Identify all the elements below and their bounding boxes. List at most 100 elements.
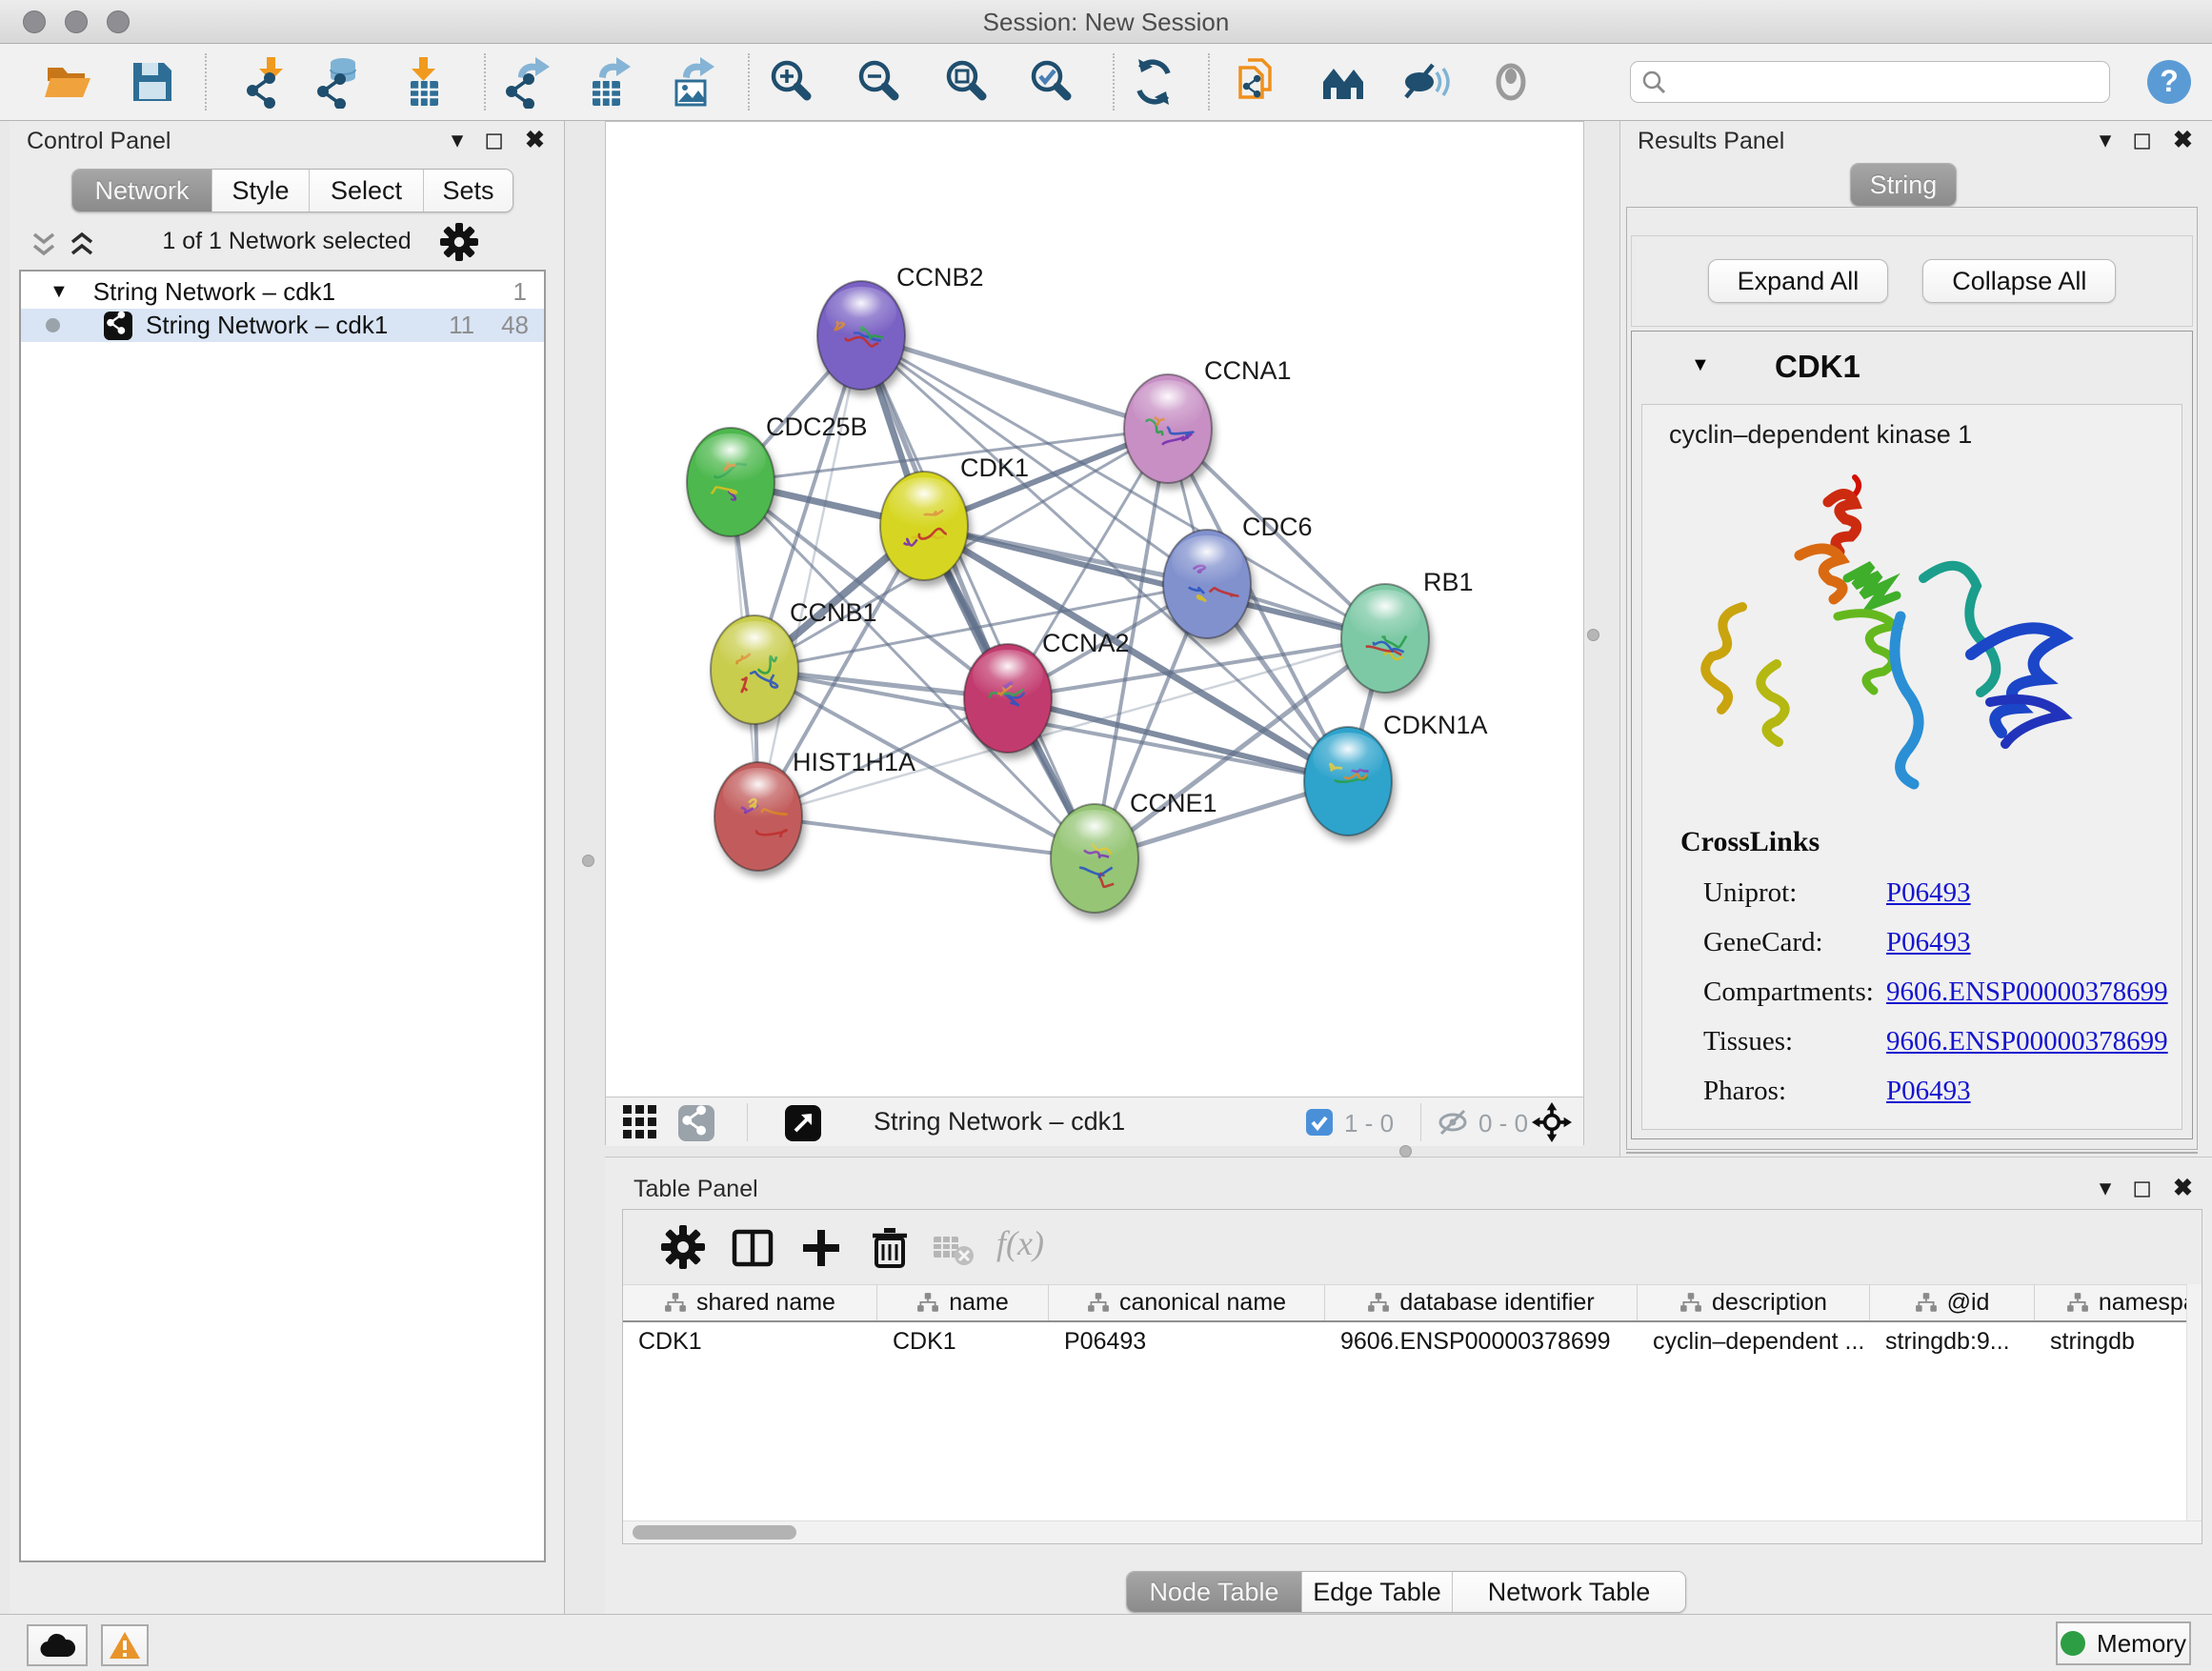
tab-network[interactable]: Network xyxy=(72,170,211,211)
column-header-shared-name[interactable]: shared name xyxy=(623,1285,877,1320)
toolbar-search[interactable] xyxy=(1630,61,2110,103)
birds-eye-view-icon[interactable] xyxy=(785,1105,821,1141)
cloud-status-button[interactable] xyxy=(27,1624,88,1666)
tab-edge-table[interactable]: Edge Table xyxy=(1301,1572,1452,1612)
network-node[interactable]: CCNB1 xyxy=(711,598,877,724)
network-node[interactable]: CDC6 xyxy=(1163,513,1313,638)
zoom-fit-icon[interactable] xyxy=(939,55,993,109)
tab-node-table[interactable]: Node Table xyxy=(1127,1572,1301,1612)
network-node[interactable]: CDKN1A xyxy=(1304,711,1488,836)
selected-checkbox-icon[interactable] xyxy=(1306,1109,1333,1136)
column-header--id[interactable]: @id xyxy=(1870,1285,2035,1320)
panel-close-icon[interactable]: ✖ xyxy=(2173,125,2193,155)
zoom-selected-icon[interactable] xyxy=(1024,55,1077,109)
panel-float-icon[interactable]: ◻ xyxy=(2132,1173,2152,1203)
table-options-gear-icon[interactable] xyxy=(661,1225,707,1271)
toolbar-separator xyxy=(748,53,750,111)
table-cell[interactable]: stringdb xyxy=(2035,1322,2202,1360)
network-node[interactable]: CDK1 xyxy=(880,453,1029,580)
table-cell[interactable]: CDK1 xyxy=(877,1322,1049,1360)
network-edge[interactable] xyxy=(758,816,1095,858)
splitter-handle[interactable] xyxy=(1399,1145,1412,1158)
network-node[interactable]: RB1 xyxy=(1341,568,1474,693)
splitter-handle[interactable] xyxy=(582,855,594,867)
network-node[interactable]: CCNE1 xyxy=(1051,789,1217,913)
zoom-in-icon[interactable] xyxy=(764,55,817,109)
node-count: 11 xyxy=(449,311,474,340)
tab-select[interactable]: Select xyxy=(309,170,423,211)
network-node[interactable]: HIST1H1A xyxy=(714,748,915,871)
network-tree-child-row[interactable]: String Network – cdk1 11 48 xyxy=(21,309,544,342)
open-session-icon[interactable] xyxy=(42,55,95,109)
table-cell[interactable]: cyclin–dependent ... xyxy=(1638,1322,1870,1360)
network-view-toolbar: String Network – cdk1 1 - 0 0 - 0 xyxy=(606,1097,1583,1146)
panel-close-icon[interactable]: ✖ xyxy=(2173,1173,2193,1203)
tree-expand-caret-icon[interactable]: ▼ xyxy=(50,281,69,303)
refresh-network-icon[interactable] xyxy=(1127,55,1180,109)
save-session-icon[interactable] xyxy=(126,55,179,109)
node-label: CCNB1 xyxy=(790,598,877,627)
grid-view-icon[interactable] xyxy=(623,1105,657,1139)
export-network-icon[interactable] xyxy=(500,55,553,109)
crosslink-link[interactable]: P06493 xyxy=(1886,1076,1971,1107)
export-image-icon[interactable] xyxy=(665,55,718,109)
table-cell[interactable]: stringdb:9... xyxy=(1870,1322,2035,1360)
table-row[interactable]: CDK1CDK1P064939606.ENSP00000378699cyclin… xyxy=(623,1322,2202,1360)
warnings-button[interactable] xyxy=(101,1624,149,1666)
network-edge[interactable] xyxy=(758,335,861,816)
import-network-database-icon[interactable] xyxy=(312,55,366,109)
panel-float-icon[interactable]: ◻ xyxy=(484,125,504,155)
table-horizontal-scrollbar[interactable] xyxy=(623,1520,2202,1543)
section-collapse-caret-icon[interactable]: ▼ xyxy=(1691,354,1710,376)
network-node[interactable]: CCNA1 xyxy=(1124,356,1292,483)
zoom-out-icon[interactable] xyxy=(852,55,905,109)
delete-column-icon[interactable] xyxy=(867,1225,913,1271)
group-nodes-icon[interactable] xyxy=(1317,55,1371,109)
network-edge[interactable] xyxy=(924,526,1385,638)
table-cell[interactable]: 9606.ENSP00000378699 xyxy=(1325,1322,1638,1360)
panel-menu-icon[interactable]: ▾ xyxy=(2100,1173,2112,1203)
table-cell[interactable]: P06493 xyxy=(1049,1322,1325,1360)
table-cell[interactable]: CDK1 xyxy=(623,1322,877,1360)
collapse-all-button[interactable]: Collapse All xyxy=(1922,259,2116,303)
crosslink-link[interactable]: 9606.ENSP00000378699 xyxy=(1886,976,2168,1008)
column-header-canonical-name[interactable]: canonical name xyxy=(1049,1285,1325,1320)
crosslink-link[interactable]: P06493 xyxy=(1886,877,1971,909)
table-vertical-scrollbar[interactable] xyxy=(2186,1284,2202,1524)
tab-network-table[interactable]: Network Table xyxy=(1452,1572,1685,1612)
panel-menu-icon[interactable]: ▾ xyxy=(452,125,464,155)
tab-style[interactable]: Style xyxy=(211,170,309,211)
show-columns-icon[interactable] xyxy=(730,1225,775,1271)
crosslink-link[interactable]: 9606.ENSP00000378699 xyxy=(1886,1026,2168,1057)
network-options-gear-icon[interactable] xyxy=(440,223,478,266)
add-column-icon[interactable] xyxy=(798,1225,844,1271)
tab-string[interactable]: String xyxy=(1851,164,1956,206)
hide-selected-icon[interactable] xyxy=(1400,55,1454,109)
panel-close-icon[interactable]: ✖ xyxy=(525,125,545,155)
panel-float-icon[interactable]: ◻ xyxy=(2132,125,2152,155)
show-all-icon[interactable] xyxy=(1484,55,1538,109)
tab-sets[interactable]: Sets xyxy=(423,170,513,211)
panel-menu-icon[interactable]: ▾ xyxy=(2100,125,2112,155)
splitter-handle[interactable] xyxy=(1587,629,1599,641)
export-table-icon[interactable] xyxy=(581,55,634,109)
memory-button[interactable]: Memory xyxy=(2056,1621,2191,1665)
network-share-badge-icon[interactable] xyxy=(678,1105,714,1141)
search-input[interactable] xyxy=(1675,65,2100,99)
pan-crosshair-icon[interactable] xyxy=(1532,1102,1572,1142)
expand-all-button[interactable]: Expand All xyxy=(1708,259,1889,303)
crosslink-link[interactable]: P06493 xyxy=(1886,927,1971,958)
toolbar-separator xyxy=(747,1103,748,1141)
column-header-database-identifier[interactable]: database identifier xyxy=(1325,1285,1638,1320)
import-table-file-icon[interactable] xyxy=(396,55,450,109)
import-network-file-icon[interactable] xyxy=(241,55,294,109)
network-edge[interactable] xyxy=(861,335,1095,858)
string-import-icon[interactable] xyxy=(1233,55,1286,109)
help-icon[interactable]: ? xyxy=(2145,58,2193,106)
network-tree-root-row[interactable]: ▼ String Network – cdk1 1 xyxy=(21,275,544,309)
network-canvas[interactable]: CCNB2CCNA1CDC25BCDK1CDC6RB1CCNB1CCNA2CDK… xyxy=(606,122,1583,1095)
network-edge[interactable] xyxy=(861,335,1168,429)
column-header-namespace[interactable]: namespace xyxy=(2035,1285,2202,1320)
column-header-name[interactable]: name xyxy=(877,1285,1049,1320)
column-header-description[interactable]: description xyxy=(1638,1285,1870,1320)
